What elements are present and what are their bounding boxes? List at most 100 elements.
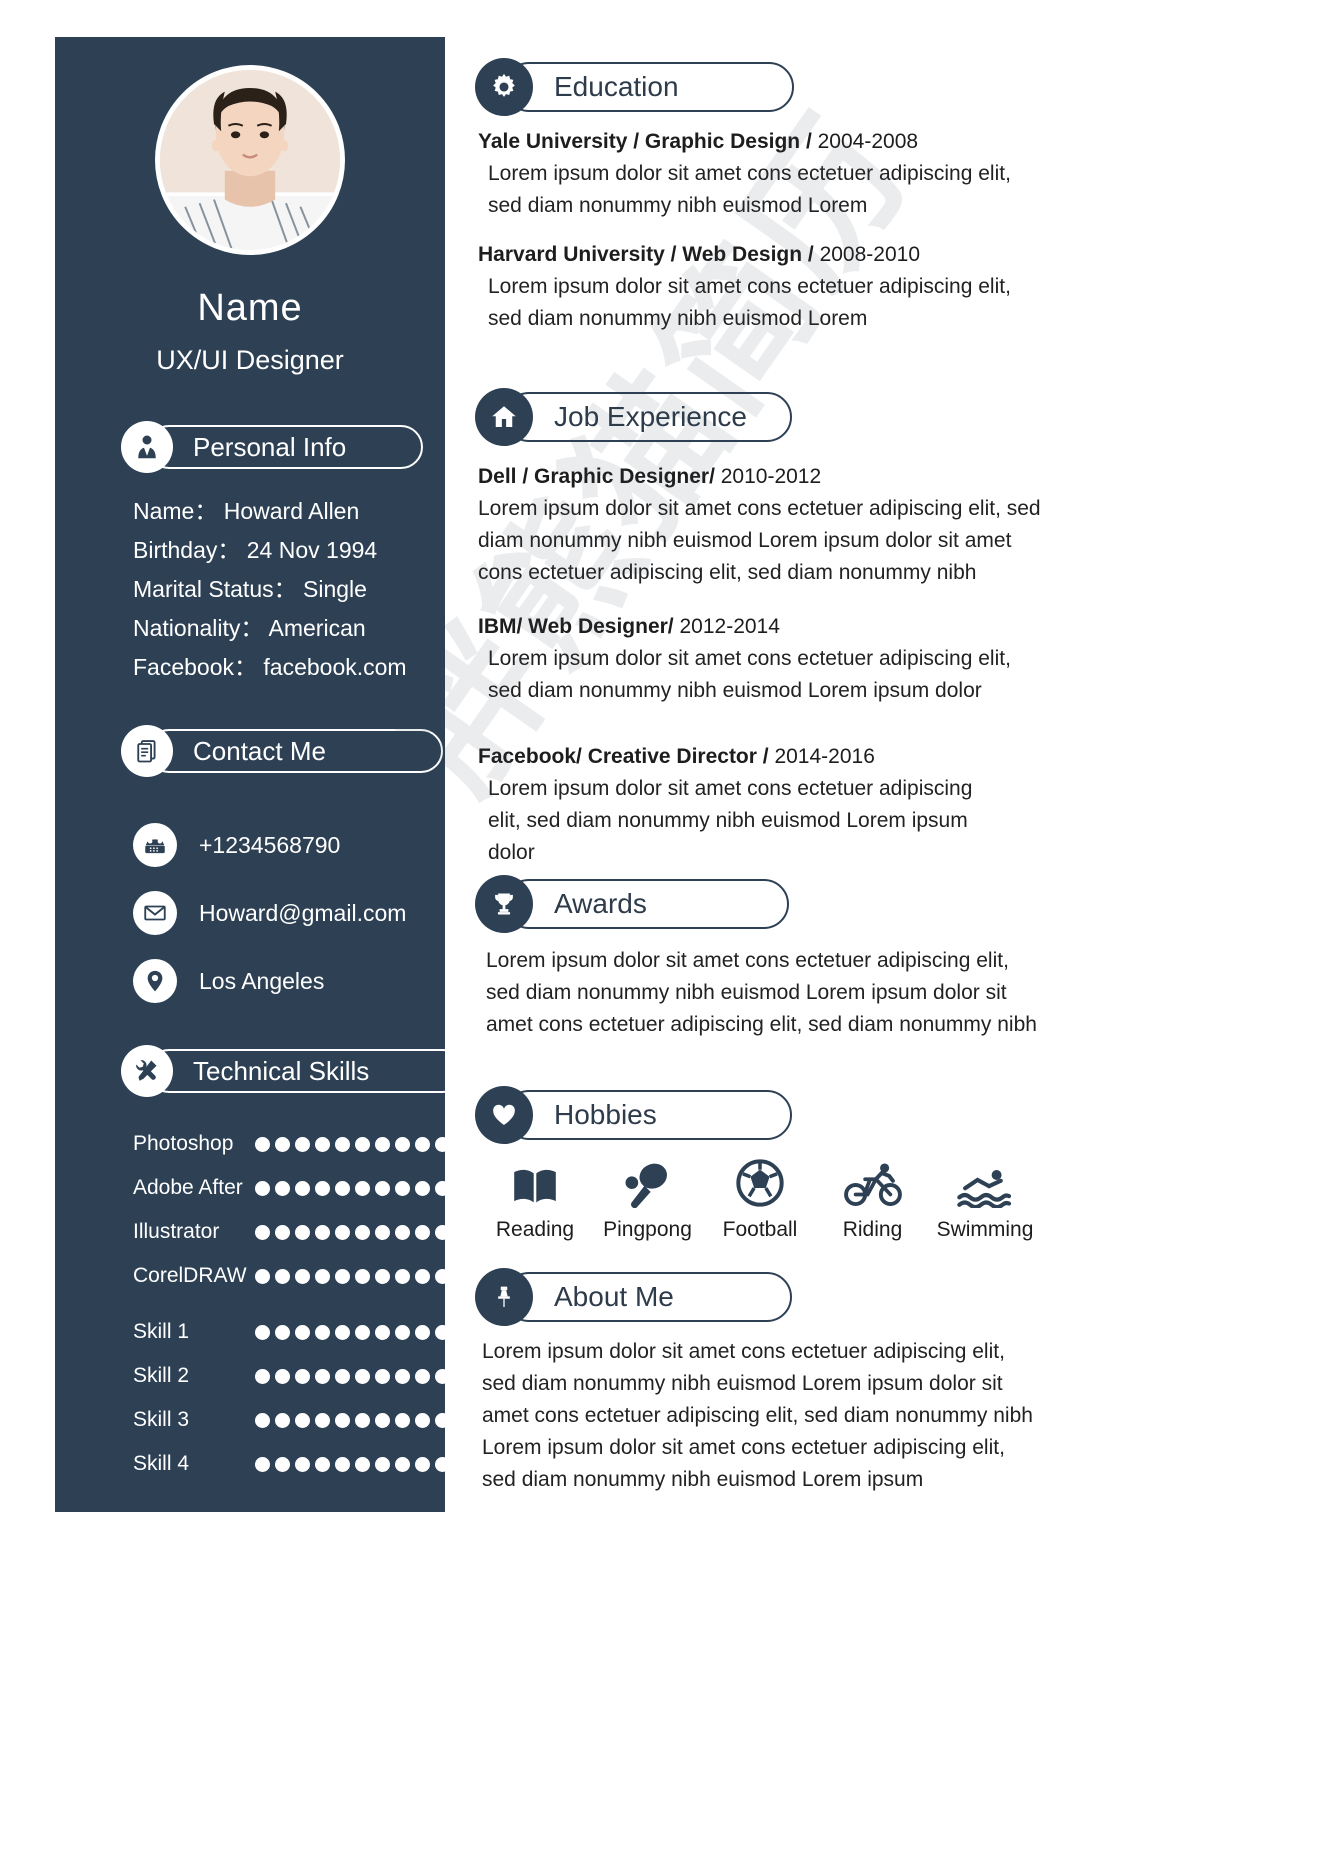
tools-icon <box>121 1045 173 1097</box>
skill-dot <box>275 1368 290 1384</box>
skill-dot <box>435 1268 450 1284</box>
hobby-label: Riding <box>842 1218 903 1241</box>
skill-dot <box>375 1268 390 1284</box>
contact-location-text: Los Angeles <box>199 967 325 994</box>
skill-dot <box>435 1224 450 1240</box>
skill-dot <box>255 1180 270 1196</box>
skill-dot <box>355 1136 370 1152</box>
section-header-technical-skills: Technical Skills <box>121 1045 465 1097</box>
info-label: Birthday： <box>133 537 241 563</box>
info-row: Name： Howard Allen <box>133 492 407 531</box>
info-label: Marital Status： <box>133 576 297 602</box>
skill-dot <box>315 1224 330 1240</box>
skill-dot <box>395 1224 410 1240</box>
skill-dot <box>335 1368 350 1384</box>
info-row: Marital Status： Single <box>133 570 407 609</box>
info-value: American <box>268 615 366 641</box>
skill-dot <box>275 1136 290 1152</box>
job-entry-body: Lorem ipsum dolor sit amet cons ectetuer… <box>488 777 973 864</box>
section-title-technical-skills: Technical Skills <box>193 1055 370 1086</box>
skill-label: Skill 2 <box>133 1364 190 1387</box>
contact-location[interactable]: Los Angeles <box>133 959 324 1003</box>
hobby-label: Pingpong <box>603 1218 692 1241</box>
skill-dot <box>395 1412 410 1428</box>
skill-label: CorelDRAW <box>133 1264 247 1287</box>
hobby-item-reading: Reading <box>480 1150 590 1242</box>
skill-dot <box>375 1412 390 1428</box>
skill-dot <box>455 1456 470 1472</box>
skill-dot <box>255 1456 270 1472</box>
skill-dot <box>395 1368 410 1384</box>
hobby-item-pingpong: Pingpong <box>593 1150 703 1242</box>
section-header-about-me: About Me <box>475 1268 792 1326</box>
skill-row: Photoshop <box>133 1122 490 1166</box>
section-title-personal-info: Personal Info <box>193 431 347 462</box>
skill-dot <box>355 1456 370 1472</box>
skill-dot <box>275 1456 290 1472</box>
skill-dot <box>315 1324 330 1340</box>
hobby-label: Football <box>722 1218 798 1241</box>
skill-dot <box>375 1224 390 1240</box>
section-header-education: Education <box>475 58 794 116</box>
section-header-job-experience: Job Experience <box>475 388 792 446</box>
phone-icon <box>133 823 177 867</box>
skill-dot <box>335 1456 350 1472</box>
contact-phone-text: +1234568790 <box>199 831 341 858</box>
skill-dot <box>355 1368 370 1384</box>
skill-dot <box>295 1268 310 1284</box>
skill-dot <box>295 1224 310 1240</box>
trophy-icon <box>475 875 533 933</box>
skill-dot <box>315 1456 330 1472</box>
skill-dot <box>295 1324 310 1340</box>
section-header-awards: Awards <box>475 875 789 933</box>
about-me-body: Lorem ipsum dolor sit amet cons ectetuer… <box>482 1340 1033 1491</box>
contact-email[interactable]: Howard@gmail.com <box>133 891 406 935</box>
skill-dot <box>255 1224 270 1240</box>
skill-dot <box>435 1324 450 1340</box>
pin-icon <box>475 1268 533 1326</box>
education-entry-body: Lorem ipsum dolor sit amet cons ectetuer… <box>488 162 1011 217</box>
skill-dot <box>455 1324 470 1340</box>
hobby-label: Swimming <box>936 1218 1034 1241</box>
skill-row: Skill 4 <box>133 1442 490 1486</box>
bicycle-icon <box>818 1150 928 1208</box>
profile-photo-icon <box>160 70 340 250</box>
contact-phone[interactable]: +1234568790 <box>133 823 340 867</box>
job-entry-dates: 2010-2012 <box>714 465 822 488</box>
hobby-item-football: Football <box>705 1150 815 1242</box>
education-entry-dates: 2008-2010 <box>813 243 920 266</box>
skill-dot <box>335 1180 350 1196</box>
skill-dot <box>355 1180 370 1196</box>
hobby-label: Reading <box>495 1218 575 1241</box>
skill-dot <box>455 1136 470 1152</box>
info-value: 24 Nov 1994 <box>246 537 378 563</box>
skill-dot <box>255 1368 270 1384</box>
skill-dot <box>355 1324 370 1340</box>
skill-dot <box>335 1412 350 1428</box>
skill-dot <box>455 1224 470 1240</box>
location-pin-icon <box>133 959 177 1003</box>
skill-label: Skill 1 <box>133 1320 190 1343</box>
skill-row: Adobe After <box>133 1166 490 1210</box>
skill-dot <box>395 1324 410 1340</box>
job-entry-title: IBM/ Web Designer/ <box>478 615 674 638</box>
skill-dot <box>375 1368 390 1384</box>
skill-dot <box>375 1136 390 1152</box>
skill-dot <box>435 1456 450 1472</box>
skill-label: Photoshop <box>133 1132 234 1155</box>
skill-label: Adobe After <box>133 1176 243 1199</box>
skill-dot <box>255 1136 270 1152</box>
section-header-hobbies: Hobbies <box>475 1086 792 1144</box>
job-entry-dates: 2012-2014 <box>673 615 780 638</box>
document-icon <box>121 725 173 777</box>
personal-info-list: Name： Howard Allen Birthday： 24 Nov 1994… <box>133 492 407 687</box>
skill-label: Illustrator <box>133 1220 220 1243</box>
gear-icon <box>475 58 533 116</box>
skill-rating-dots <box>255 1368 490 1384</box>
info-value[interactable]: facebook.com <box>263 654 406 680</box>
skill-dot <box>435 1412 450 1428</box>
skill-dot <box>275 1224 290 1240</box>
skill-dot <box>275 1412 290 1428</box>
info-row: Nationality： American <box>133 609 407 648</box>
info-row: Facebook： facebook.com <box>133 648 407 687</box>
